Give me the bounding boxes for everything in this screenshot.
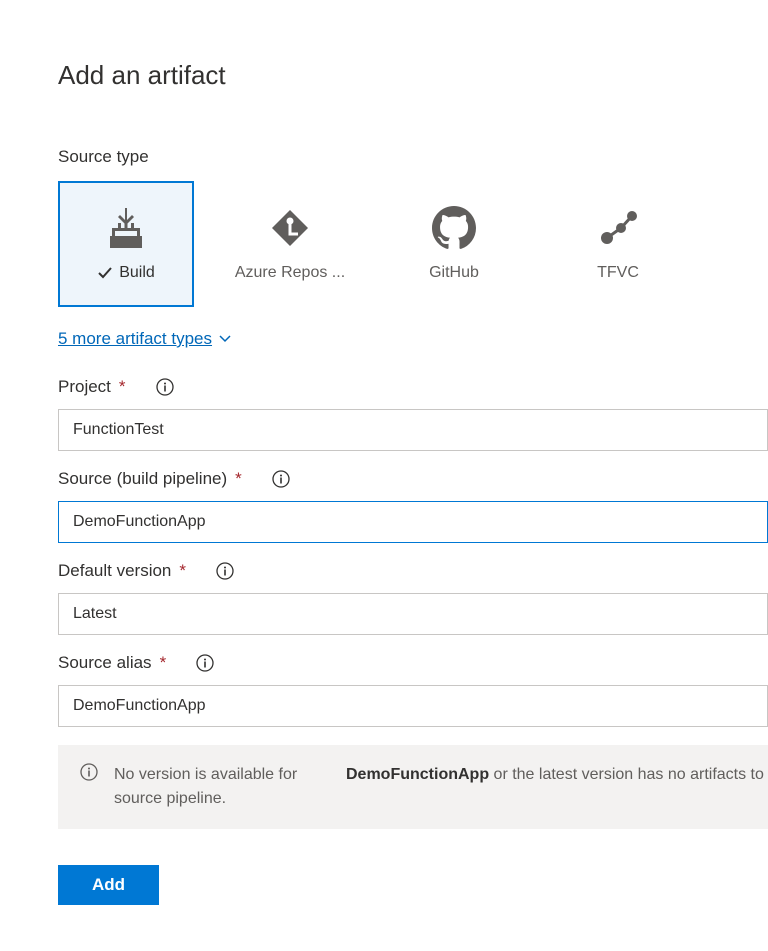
project-dropdown[interactable]: FunctionTest xyxy=(58,409,768,451)
source-type-tfvc[interactable]: TFVC xyxy=(550,181,686,307)
project-label: Project xyxy=(58,377,111,397)
info-icon[interactable] xyxy=(272,470,290,488)
banner-rest: or the latest version has no artifacts t… xyxy=(489,766,764,783)
source-type-github[interactable]: GitHub xyxy=(386,181,522,307)
chevron-down-icon xyxy=(218,332,232,346)
banner-app-name: DemoFunctionApp xyxy=(346,766,489,783)
banner-text-2: DemoFunctionApp or the latest version ha… xyxy=(346,763,764,811)
info-icon[interactable] xyxy=(156,378,174,396)
source-dropdown[interactable]: DemoFunctionApp xyxy=(58,501,768,543)
field-project: Project * FunctionTest xyxy=(58,377,768,451)
github-icon xyxy=(432,206,476,250)
source-value: DemoFunctionApp xyxy=(73,513,206,531)
required-mark: * xyxy=(119,377,126,397)
info-icon xyxy=(80,763,98,811)
page-title: Add an artifact xyxy=(58,60,768,91)
source-type-build[interactable]: Build xyxy=(58,181,194,307)
source-type-group: Build Azure Repos ... GitHub xyxy=(58,181,768,307)
field-source-alias: Source alias * xyxy=(58,653,768,727)
more-artifact-types-link[interactable]: 5 more artifact types xyxy=(58,329,232,349)
source-label: Source (build pipeline) xyxy=(58,469,227,489)
field-default-version: Default version * Latest xyxy=(58,561,768,635)
source-type-label-azure-repos: Azure Repos ... xyxy=(235,264,345,282)
project-value: FunctionTest xyxy=(73,421,164,439)
default-version-value: Latest xyxy=(73,605,117,623)
info-icon[interactable] xyxy=(196,654,214,672)
field-source: Source (build pipeline) * DemoFunctionAp… xyxy=(58,469,768,543)
tfvc-icon xyxy=(596,206,640,250)
source-alias-input[interactable] xyxy=(58,685,768,727)
required-mark: * xyxy=(160,653,167,673)
check-icon xyxy=(97,265,113,281)
required-mark: * xyxy=(235,469,242,489)
default-version-label: Default version xyxy=(58,561,171,581)
default-version-dropdown[interactable]: Latest xyxy=(58,593,768,635)
info-icon[interactable] xyxy=(216,562,234,580)
source-type-label-build: Build xyxy=(119,264,155,282)
source-type-azure-repos[interactable]: Azure Repos ... xyxy=(222,181,358,307)
add-button[interactable]: Add xyxy=(58,865,159,905)
banner-text-1: No version is available for source pipel… xyxy=(114,763,330,811)
source-type-label: Source type xyxy=(58,147,768,167)
source-type-label-github: GitHub xyxy=(429,264,479,282)
source-type-label-tfvc: TFVC xyxy=(597,264,639,282)
source-alias-label: Source alias xyxy=(58,653,152,673)
build-icon xyxy=(104,206,148,250)
required-mark: * xyxy=(179,561,186,581)
azure-repos-icon xyxy=(268,206,312,250)
info-banner: No version is available for source pipel… xyxy=(58,745,768,829)
more-artifact-types-text: 5 more artifact types xyxy=(58,329,212,349)
